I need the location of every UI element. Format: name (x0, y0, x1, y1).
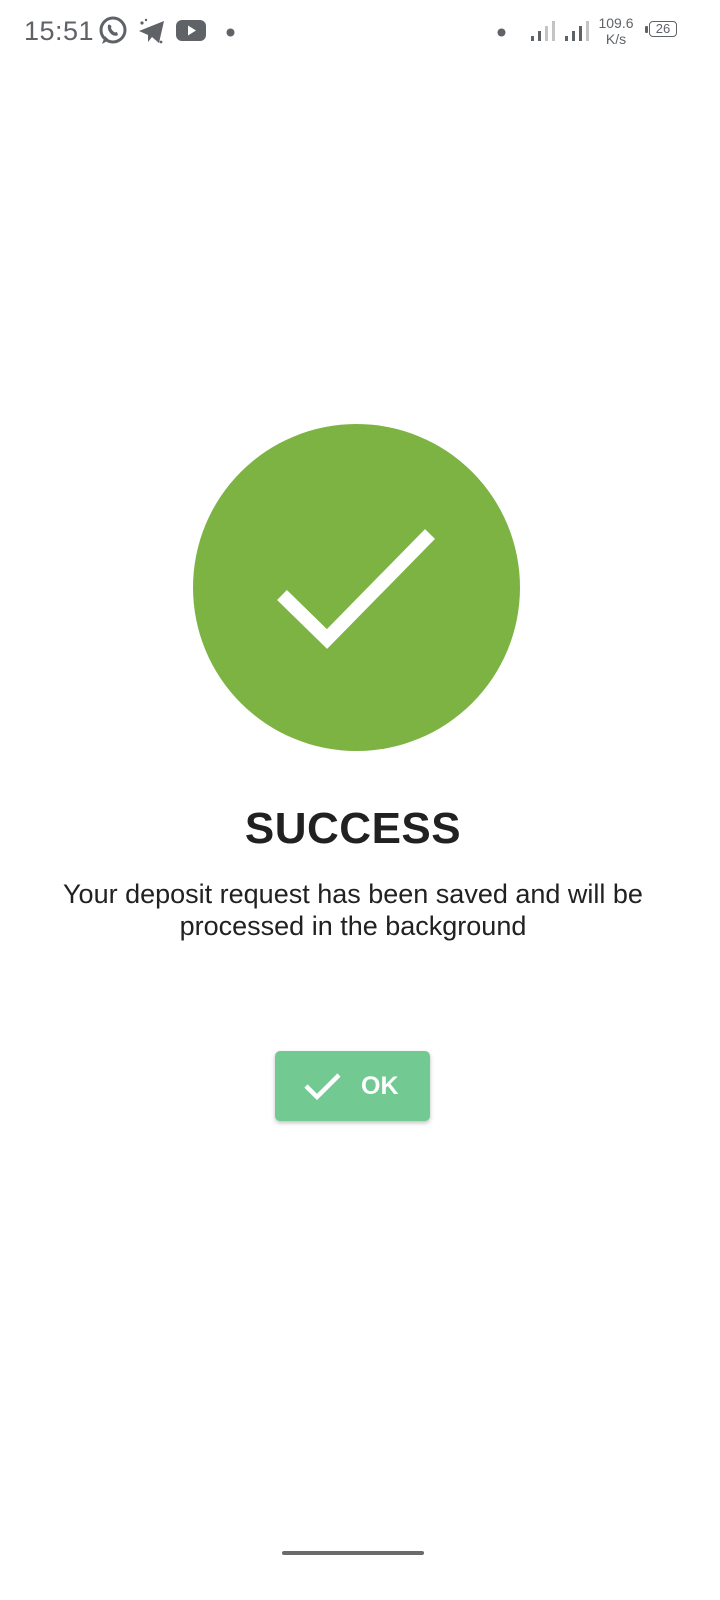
success-title: SUCCESS (244, 804, 462, 853)
signal-icon (565, 21, 589, 41)
whatsapp-icon (99, 16, 127, 44)
signal-icon (531, 21, 555, 41)
home-indicator[interactable] (282, 1551, 424, 1555)
check-circle-icon (277, 529, 435, 649)
network-speed-value: 109.6 (598, 15, 634, 31)
success-message: Your deposit request has been saved and … (63, 879, 643, 941)
battery-nub (645, 26, 648, 33)
battery-level: 26 (655, 21, 671, 36)
network-speed: 109.6 K/s (594, 15, 638, 47)
telegram-icon (139, 18, 164, 44)
ok-button-label: OK (361, 1072, 399, 1100)
network-speed-unit: K/s (605, 31, 627, 47)
youtube-icon (176, 20, 206, 41)
notification-dot-icon (497, 28, 506, 37)
notification-dot-icon (226, 28, 235, 37)
ok-button[interactable]: OK (275, 1051, 430, 1121)
success-circle (193, 424, 520, 751)
status-bar: 15:51 109.6 K/s 26 (0, 0, 720, 64)
battery-icon: 26 (645, 21, 679, 39)
status-time: 15:51 (24, 16, 95, 46)
check-icon (304, 1073, 341, 1101)
